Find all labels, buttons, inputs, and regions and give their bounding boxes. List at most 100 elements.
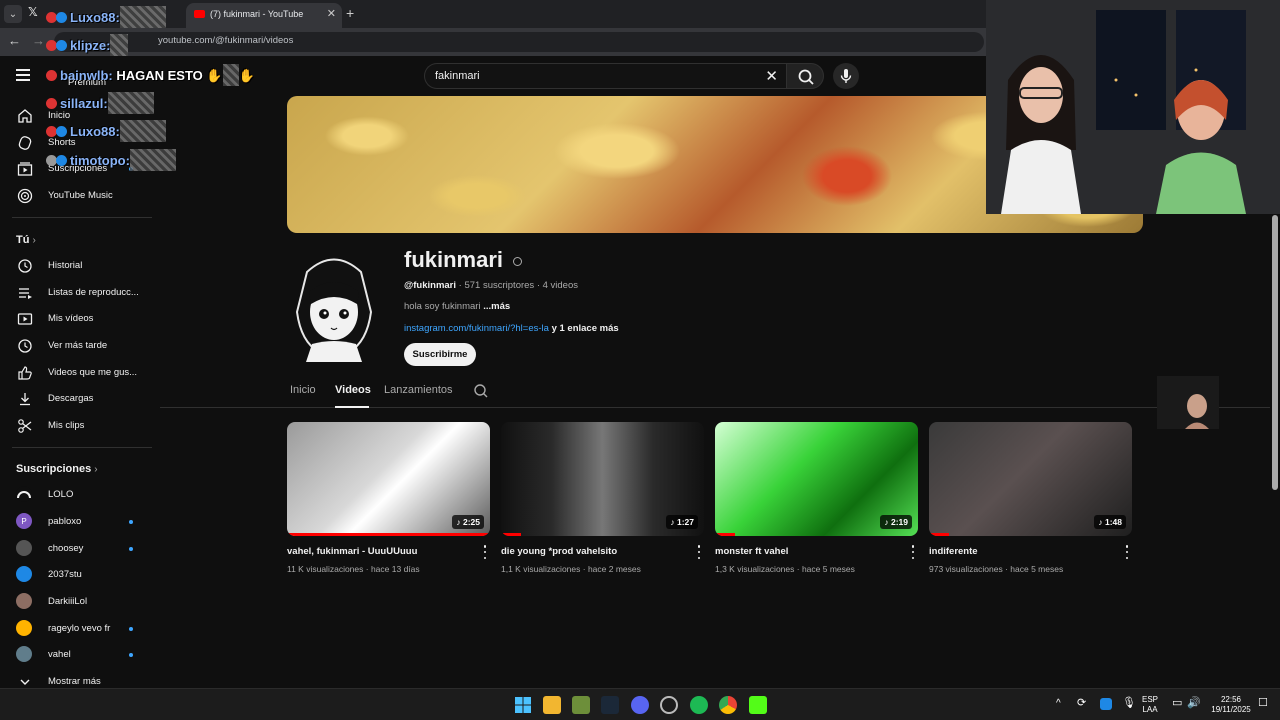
video-thumbnail[interactable]: ♪ 2:19 [715, 422, 918, 536]
history-icon [16, 257, 34, 275]
windows-start-icon[interactable] [514, 696, 532, 714]
new-tab-icon[interactable]: + [346, 5, 354, 21]
notifications-icon[interactable]: ☐ [1258, 698, 1268, 709]
new-content-dot [129, 653, 133, 657]
playlist-icon [16, 284, 34, 302]
video-card[interactable]: ♪ 1:27 die young *prod vahelsito 1,1 K v… [501, 422, 704, 574]
sidebar-sub-lolo[interactable]: LOLO [0, 482, 160, 508]
steam-icon[interactable] [601, 696, 619, 714]
tab-list-dropdown-icon[interactable]: ⌄ [4, 5, 22, 23]
more-options-icon[interactable] [696, 545, 702, 559]
video-views: 1,1 K visualizaciones [501, 564, 581, 574]
kick-icon[interactable] [749, 696, 767, 714]
video-title[interactable]: indiferente [929, 546, 978, 557]
chat-message: klipze: [46, 34, 129, 56]
sidebar-item-label: Mis clips [48, 420, 85, 431]
sidebar-item-listas[interactable]: Listas de reproducc... [0, 280, 160, 306]
more-links[interactable]: y 1 enlace más [549, 323, 619, 334]
channel-avatar[interactable] [287, 252, 381, 362]
video-thumbnail[interactable]: ♪ 2:25 [287, 422, 490, 536]
you-heading-label: Tú [16, 234, 30, 246]
forward-arrow-icon[interactable]: → [32, 33, 45, 48]
chat-message: sillazul: [46, 92, 154, 114]
sidebar: Premium Inicio Shorts Suscripciones YouT… [0, 77, 160, 688]
page-scrollbar[interactable] [1270, 215, 1280, 688]
search-input[interactable]: fakinmari ✕ [424, 63, 786, 89]
url-text: youtube.com/@fukinmari/videos [158, 35, 294, 46]
tab-close-icon[interactable]: ✕ [327, 7, 336, 20]
sidebar-item-historial[interactable]: Historial [0, 253, 160, 279]
thumbs-up-icon [16, 364, 34, 382]
back-arrow-icon[interactable]: ← [8, 33, 21, 48]
file-explorer-icon[interactable] [543, 696, 561, 714]
avatar [16, 593, 32, 609]
sidebar-item-me-gusta[interactable]: Videos que me gus... [0, 360, 160, 386]
scrollbar-thumb[interactable] [1272, 215, 1278, 490]
chat-message: timotopo: [46, 149, 176, 171]
tray-app-icon[interactable] [1100, 698, 1112, 710]
sidebar-sub-pabloxo[interactable]: P pabloxo [0, 509, 160, 535]
sidebar-item-youtube-music[interactable]: YouTube Music [0, 183, 160, 209]
sidebar-item-descargas[interactable]: Descargas [0, 386, 160, 412]
browser-tab-active[interactable]: (7) fukinmari - YouTube ✕ [186, 3, 342, 28]
voice-search-button[interactable] [833, 63, 859, 89]
minecraft-icon[interactable] [572, 696, 590, 714]
clock[interactable]: 22:56 19/11/2025 [1206, 695, 1256, 715]
description-more[interactable]: ...más [483, 301, 510, 312]
network-icon[interactable]: ▭ [1172, 698, 1182, 709]
chat-emote-icon [119, 120, 166, 142]
x-twitter-tab-icon[interactable]: 𝕏 [28, 5, 48, 23]
sidebar-item-mis-clips[interactable]: Mis clips [0, 413, 160, 439]
you-section-heading[interactable]: Tú › [16, 234, 36, 246]
channel-description[interactable]: hola soy fukinmari ...más [404, 301, 510, 312]
clear-search-icon[interactable]: ✕ [765, 67, 778, 85]
volume-icon[interactable]: 🔊 [1187, 698, 1201, 709]
clock-date: 19/11/2025 [1211, 705, 1251, 714]
subscriptions-section-heading[interactable]: Suscripciones › [16, 463, 98, 475]
sidebar-sub-choosey[interactable]: choosey [0, 536, 160, 562]
sidebar-item-ver-mas-tarde[interactable]: Ver más tarde [0, 333, 160, 359]
home-icon [16, 107, 34, 125]
sidebar-item-label: Mis vídeos [48, 313, 94, 324]
sidebar-item-label: Listas de reproducc... [48, 287, 139, 298]
video-age: hace 2 meses [587, 564, 641, 574]
clock-time: 22:56 [1220, 695, 1242, 704]
spotify-icon[interactable] [690, 696, 708, 714]
sidebar-sub-vahel[interactable]: vahel [0, 642, 160, 668]
discord-icon[interactable] [631, 696, 649, 714]
tab-lanzamientos[interactable]: Lanzamientos [384, 384, 453, 396]
video-card[interactable]: ♪ 2:19 monster ft vahel 1,3 K visualizac… [715, 422, 918, 574]
tab-videos[interactable]: Videos [335, 384, 371, 396]
language-indicator[interactable]: ESP LAA [1142, 695, 1158, 715]
tab-inicio[interactable]: Inicio [290, 384, 316, 396]
description-text: hola soy fukinmari [404, 301, 484, 312]
streamer-webcam-overlay [986, 0, 1280, 214]
microphone-icon[interactable]: 🎙 [1122, 698, 1136, 709]
instagram-link[interactable]: instagram.com/fukinmari/?hl=es-la [404, 323, 549, 334]
sidebar-item-mis-videos[interactable]: Mis vídeos [0, 306, 160, 332]
sidebar-sub-darkiiilol[interactable]: DarkiiiLol [0, 589, 160, 615]
subscribe-button[interactable]: Suscribirme [404, 343, 476, 366]
video-thumbnail[interactable]: ♪ 1:27 [501, 422, 704, 536]
video-card[interactable]: ♪ 2:25 vahel, fukinmari - UuuUUuuu 11 K … [287, 422, 490, 574]
more-options-icon[interactable] [482, 545, 488, 559]
chevron-up-icon[interactable]: ^ [1056, 699, 1061, 709]
sidebar-sub-2037stu[interactable]: 2037stu [0, 562, 160, 588]
obs-icon[interactable] [660, 696, 678, 714]
sync-icon[interactable]: ⟳ [1077, 698, 1086, 709]
channel-search-icon[interactable] [473, 383, 489, 404]
sidebar-sub-rageylo[interactable]: rageylo vevo fr [0, 616, 160, 642]
url-omnibox[interactable]: youtube.com/@fukinmari/videos [54, 32, 984, 52]
video-title[interactable]: vahel, fukinmari - UuuUUuuu [287, 546, 417, 557]
search-button[interactable] [786, 63, 824, 89]
video-title[interactable]: die young *prod vahelsito [501, 546, 617, 557]
video-thumbnail[interactable]: ♪ 1:48 [929, 422, 1132, 536]
video-title[interactable]: monster ft vahel [715, 546, 788, 557]
chat-username: Luxo88: [70, 10, 120, 25]
more-options-icon[interactable] [910, 545, 916, 559]
more-options-icon[interactable] [1124, 545, 1130, 559]
video-card[interactable]: ♪ 1:48 indiferente 973 visualizaciones ·… [929, 422, 1132, 574]
search-icon [798, 69, 814, 85]
chrome-icon[interactable] [719, 696, 737, 714]
video-meta: 11 K visualizaciones · hace 13 días [287, 564, 420, 574]
